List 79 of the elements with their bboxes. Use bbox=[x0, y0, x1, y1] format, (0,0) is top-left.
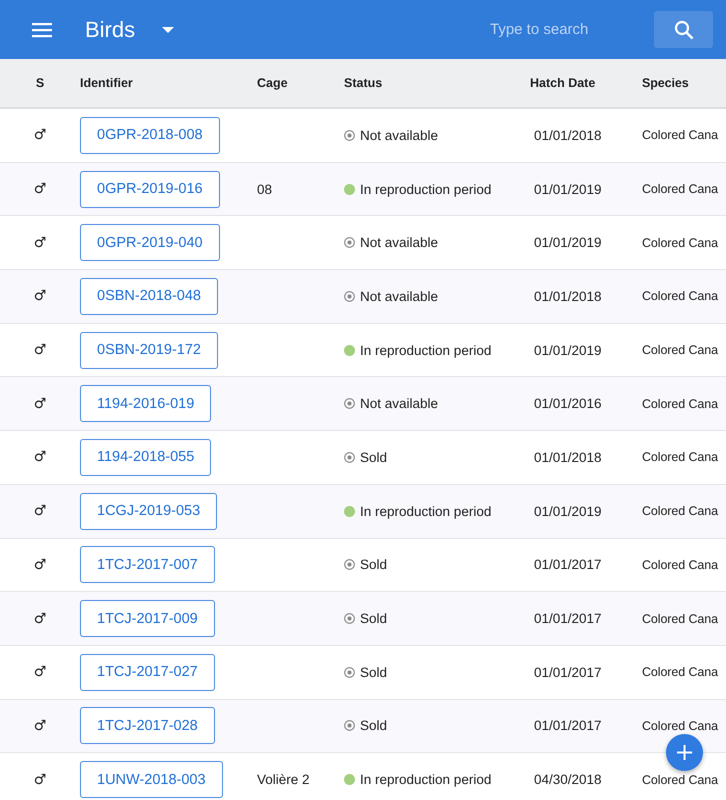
status-text: Sold bbox=[360, 718, 388, 734]
hatch-date: 01/01/2017 bbox=[533, 664, 603, 680]
hatch-date: 01/01/2016 bbox=[533, 396, 603, 412]
column-header[interactable]: Identifier bbox=[80, 76, 257, 90]
identifier-button[interactable]: 1CGJ-2019-053 bbox=[80, 492, 218, 530]
identifier-button[interactable]: 0GPR-2019-016 bbox=[80, 170, 220, 208]
status-text: In reproduction period bbox=[360, 504, 492, 519]
cage-text: Volière 2 bbox=[257, 772, 311, 788]
species-text: Colored Cana bbox=[642, 396, 720, 411]
column-header[interactable]: Species bbox=[642, 76, 726, 90]
identifier-button[interactable]: 1194-2018-055 bbox=[80, 438, 212, 476]
male-symbol: ♂ bbox=[34, 772, 46, 788]
status-text: In reproduction period bbox=[360, 342, 492, 358]
hatch-date: 01/01/2017 bbox=[533, 611, 603, 626]
status-text: Sold bbox=[360, 664, 388, 680]
species-text: Colored Cana bbox=[642, 504, 720, 518]
species-text: Colored Cana bbox=[642, 718, 720, 733]
species-text: Colored Cana bbox=[642, 558, 720, 572]
status-text: Sold bbox=[360, 450, 388, 465]
hatch-date: 01/01/2019 bbox=[533, 182, 603, 197]
hatch-date: 01/01/2017 bbox=[533, 718, 603, 734]
status-text: In reproduction period bbox=[360, 182, 492, 197]
species-text: Colored Cana bbox=[642, 665, 720, 680]
species-text: Colored Cana bbox=[642, 128, 720, 142]
identifier-button[interactable]: 0SBN-2019-172 bbox=[80, 332, 218, 369]
column-header[interactable]: S bbox=[0, 76, 80, 90]
species-text: Colored Cana bbox=[642, 343, 720, 358]
species-text: Colored Cana bbox=[642, 236, 720, 250]
hatch-date: 01/01/2019 bbox=[533, 504, 603, 519]
status-text: Not available bbox=[360, 128, 438, 143]
identifier-button[interactable]: 0GPR-2018-008 bbox=[80, 116, 220, 154]
hatch-date: 04/30/2018 bbox=[533, 772, 603, 788]
hatch-date: 01/01/2019 bbox=[533, 342, 603, 358]
species-text: Colored Cana bbox=[642, 612, 720, 626]
hatch-date: 01/01/2018 bbox=[533, 128, 603, 143]
hatch-date: 01/01/2018 bbox=[533, 450, 603, 465]
species-text: Colored Cana bbox=[642, 289, 720, 304]
status-text: In reproduction period bbox=[360, 772, 492, 788]
male-symbol: ♂ bbox=[34, 181, 46, 198]
identifier-button[interactable]: 1194-2016-019 bbox=[80, 385, 212, 422]
identifier-button[interactable]: 0GPR-2019-040 bbox=[80, 224, 220, 262]
identifier-button[interactable]: 1TCJ-2017-028 bbox=[80, 707, 215, 744]
hatch-date: 01/01/2019 bbox=[533, 235, 603, 250]
species-text: Colored Cana bbox=[642, 772, 720, 787]
identifier-button[interactable]: 0SBN-2018-048 bbox=[80, 278, 218, 315]
male-symbol: ♂ bbox=[34, 503, 46, 520]
male-symbol: ♂ bbox=[34, 342, 46, 358]
male-symbol: ♂ bbox=[34, 234, 46, 251]
male-symbol: ♂ bbox=[34, 127, 46, 144]
status-text: Not available bbox=[360, 396, 438, 412]
species-text: Colored Cana bbox=[642, 450, 720, 464]
male-symbol: ♂ bbox=[34, 288, 46, 304]
column-header[interactable]: Status bbox=[344, 76, 530, 90]
status-text: Sold bbox=[360, 557, 388, 572]
status-text: Not available bbox=[360, 288, 438, 304]
column-header[interactable]: Hatch Date bbox=[530, 76, 642, 90]
male-symbol: ♂ bbox=[34, 664, 46, 680]
search-button[interactable] bbox=[654, 11, 713, 48]
cage-text: 08 bbox=[257, 182, 274, 197]
hatch-date: 01/01/2017 bbox=[533, 557, 603, 572]
search-field[interactable]: Type to search bbox=[488, 20, 642, 39]
identifier-button[interactable]: 1UNW-2018-003 bbox=[80, 761, 223, 798]
identifier-button[interactable]: 1TCJ-2017-027 bbox=[80, 654, 215, 691]
male-symbol: ♂ bbox=[34, 718, 46, 734]
menu-icon[interactable] bbox=[32, 22, 52, 38]
app-title: Birds bbox=[85, 16, 136, 42]
species-text: Colored Cana bbox=[642, 182, 720, 196]
status-text: Not available bbox=[360, 235, 438, 250]
dropdown-caret-icon[interactable] bbox=[162, 26, 174, 32]
male-symbol: ♂ bbox=[34, 449, 46, 466]
status-text: Sold bbox=[360, 611, 388, 626]
column-header[interactable]: Cage bbox=[257, 76, 344, 90]
male-symbol: ♂ bbox=[34, 556, 46, 573]
hatch-date: 01/01/2018 bbox=[533, 288, 603, 304]
male-symbol: ♂ bbox=[34, 610, 46, 627]
search-icon bbox=[674, 20, 694, 40]
identifier-button[interactable]: 1TCJ-2017-007 bbox=[80, 546, 215, 584]
male-symbol: ♂ bbox=[34, 396, 46, 412]
identifier-button[interactable]: 1TCJ-2017-009 bbox=[80, 600, 215, 638]
